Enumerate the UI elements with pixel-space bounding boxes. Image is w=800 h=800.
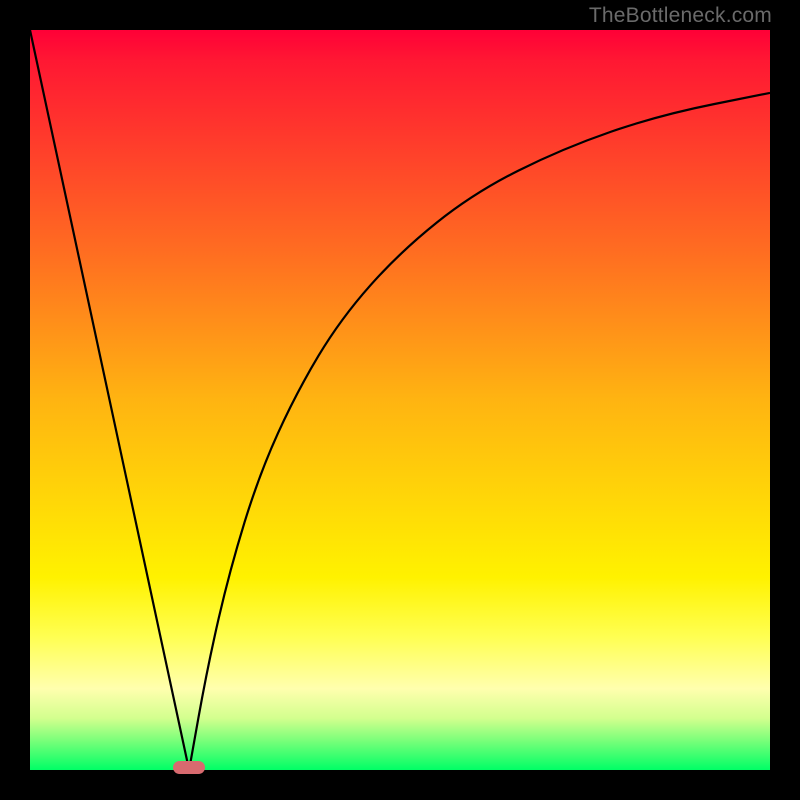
curve-layer	[30, 30, 770, 770]
optimal-marker	[173, 761, 205, 774]
chart-frame: TheBottleneck.com	[0, 0, 800, 800]
attribution-text: TheBottleneck.com	[589, 4, 772, 28]
bottleneck-curve	[30, 30, 770, 770]
plot-area	[30, 30, 770, 770]
